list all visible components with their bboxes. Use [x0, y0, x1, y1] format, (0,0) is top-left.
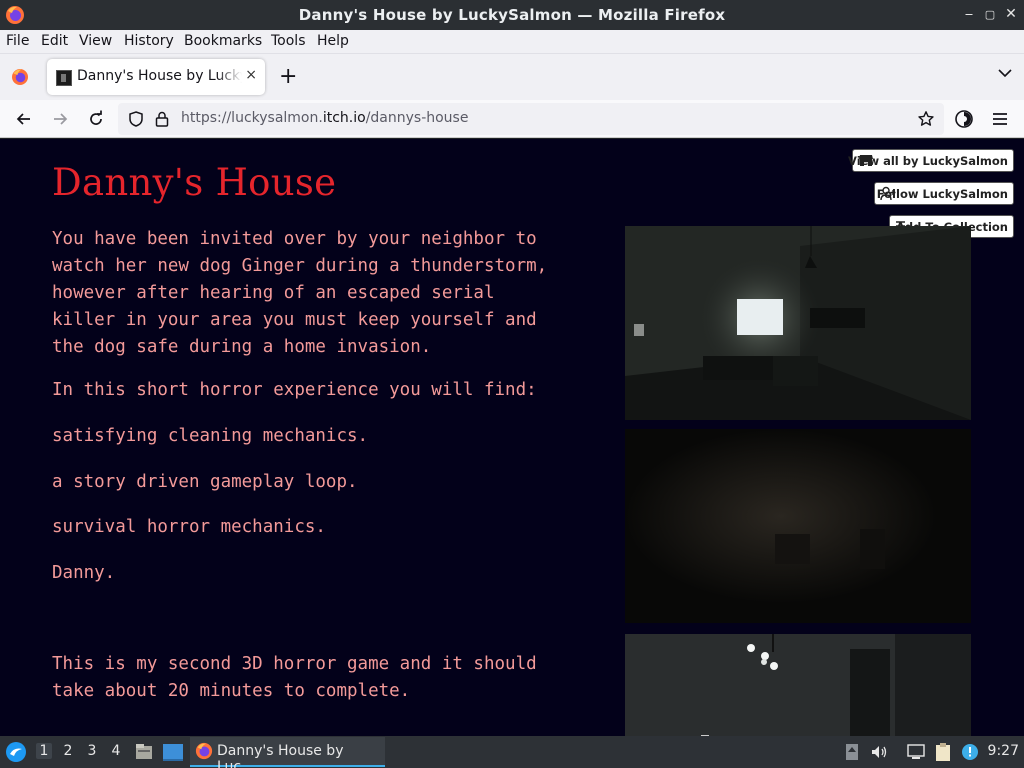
- volume-icon[interactable]: [870, 743, 888, 761]
- features-intro: In this short horror experience you will…: [52, 380, 537, 400]
- lock-icon[interactable]: [153, 110, 171, 128]
- reload-icon[interactable]: [86, 109, 106, 129]
- new-tab-icon[interactable]: +: [279, 64, 297, 89]
- view-all-label: View all by LuckySalmon: [848, 154, 1008, 168]
- firefox-task-icon: [195, 742, 213, 760]
- close-window-icon[interactable]: ✕: [1002, 6, 1020, 22]
- menu-help[interactable]: Help: [317, 33, 349, 49]
- taskbar-firefox-task[interactable]: Danny's House by Luc...: [190, 737, 385, 768]
- task-label: Danny's House by Luc...: [217, 743, 344, 768]
- menu-tools[interactable]: Tools: [271, 33, 306, 49]
- screenshot-ceiling-lamp: [625, 634, 971, 736]
- navigation-bar: https://luckysalmon.itch.io/dannys-house: [0, 100, 1024, 138]
- feature-item: a story driven gameplay loop.: [52, 472, 358, 492]
- url-bar[interactable]: https://luckysalmon.itch.io/dannys-house: [118, 103, 944, 135]
- desktop-icon[interactable]: [162, 742, 184, 762]
- menu-bar: File Edit View History Bookmarks Tools H…: [0, 30, 1024, 54]
- account-sync-icon[interactable]: [954, 109, 974, 129]
- menu-view[interactable]: View: [79, 33, 112, 49]
- itchio-favicon-icon: [56, 70, 72, 86]
- follow-button[interactable]: Follow LuckySalmon: [874, 182, 1014, 205]
- bookmark-star-icon[interactable]: [917, 110, 935, 128]
- menu-bookmarks[interactable]: Bookmarks: [184, 33, 262, 49]
- description-paragraph: You have been invited over by your neigh…: [52, 229, 548, 357]
- page-content: Danny's House You have been invited over…: [0, 139, 1024, 736]
- menu-history[interactable]: History: [124, 33, 174, 49]
- notification-icon[interactable]: [960, 742, 980, 762]
- screenshot-living-room: [625, 226, 971, 420]
- game-screenshot[interactable]: [625, 226, 971, 420]
- start-menu-icon[interactable]: [5, 741, 27, 763]
- playtime-paragraph: This is my second 3D horror game and it …: [52, 654, 537, 701]
- network-icon[interactable]: [906, 743, 926, 761]
- workspace-3[interactable]: 3: [84, 743, 100, 759]
- menu-edit[interactable]: Edit: [41, 33, 68, 49]
- updates-icon[interactable]: [845, 743, 859, 761]
- workspace-4[interactable]: 4: [108, 743, 124, 759]
- chevron-down-icon[interactable]: [998, 68, 1012, 78]
- follow-label: Follow LuckySalmon: [876, 187, 1008, 201]
- feature-item: Danny.: [52, 563, 116, 583]
- hamburger-menu-icon[interactable]: [990, 109, 1010, 129]
- menu-file[interactable]: File: [6, 33, 29, 49]
- workspace-2[interactable]: 2: [60, 743, 76, 759]
- minimize-icon[interactable]: ⎯: [960, 6, 978, 22]
- tab-close-icon[interactable]: ×: [245, 67, 257, 83]
- tab-strip: Danny's House by LuckySalmon × +: [0, 54, 1024, 100]
- window-title: Danny's House by LuckySalmon — Mozilla F…: [298, 6, 726, 24]
- firefox-view-icon[interactable]: [10, 67, 30, 87]
- workspace-1[interactable]: 1: [36, 743, 52, 759]
- feature-item: survival horror mechanics.: [52, 517, 326, 537]
- shield-icon[interactable]: [127, 110, 145, 128]
- tab-active[interactable]: Danny's House by LuckySalmon ×: [47, 59, 265, 95]
- clock[interactable]: 9:27: [988, 743, 1019, 759]
- game-screenshot[interactable]: [625, 634, 971, 736]
- game-screenshot[interactable]: [625, 429, 971, 623]
- tab-title: Danny's House by LuckySalmon: [77, 68, 242, 84]
- window-titlebar: Danny's House by LuckySalmon — Mozilla F…: [0, 0, 1024, 30]
- taskbar: 1 2 3 4 Danny's House by Luc... 9:27: [0, 736, 1024, 768]
- forward-arrow-icon[interactable]: [50, 109, 70, 129]
- clipboard-icon[interactable]: [934, 742, 952, 762]
- game-title: Danny's House: [52, 161, 337, 204]
- file-manager-icon[interactable]: [134, 742, 154, 762]
- feature-item: satisfying cleaning mechanics.: [52, 426, 369, 446]
- back-arrow-icon[interactable]: [14, 109, 34, 129]
- url-text: https://luckysalmon.itch.io/dannys-house: [181, 110, 469, 126]
- screenshot-dark-room: [625, 429, 971, 623]
- view-all-button[interactable]: View all by LuckySalmon: [848, 149, 1014, 172]
- maximize-icon[interactable]: ▢: [981, 8, 999, 21]
